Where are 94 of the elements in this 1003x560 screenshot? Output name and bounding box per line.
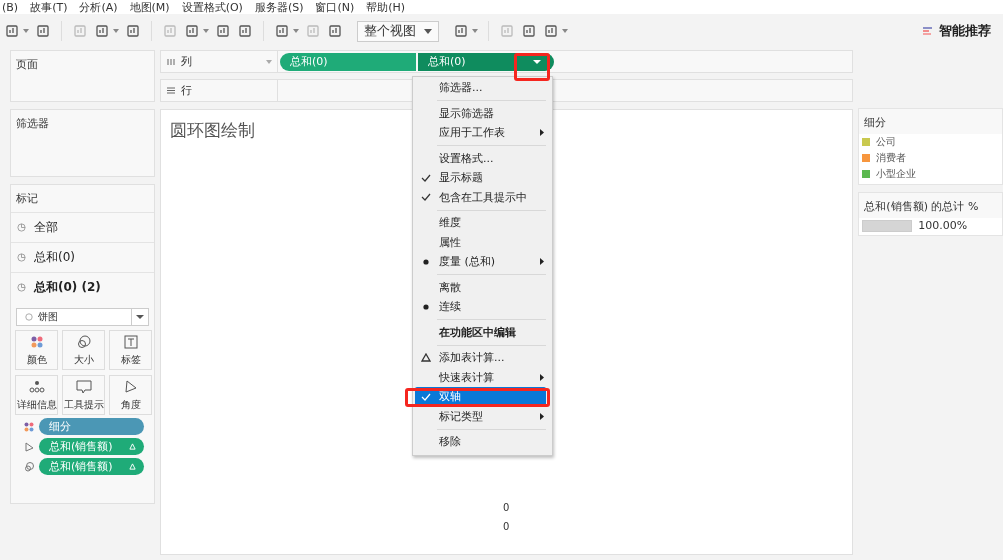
view-dropdown[interactable]: 整个视图 bbox=[357, 20, 439, 42]
legend-title: 总和(销售额) 的总计 % bbox=[859, 193, 1002, 218]
toolbar-icon[interactable] bbox=[215, 23, 231, 39]
toolbar-icon[interactable] bbox=[327, 23, 343, 39]
menu-item[interactable]: 离散 bbox=[415, 277, 546, 297]
angle-icon bbox=[122, 378, 139, 395]
caret-icon[interactable] bbox=[23, 29, 29, 33]
mark-type-dropdown[interactable]: 饼图 bbox=[16, 308, 149, 326]
mark-property-button[interactable]: 工具提示 bbox=[62, 375, 105, 415]
rows-icon bbox=[167, 87, 175, 94]
toolbar-icon[interactable] bbox=[237, 23, 253, 39]
menu-item[interactable]: 筛选器... bbox=[415, 78, 546, 98]
view-title: 圆环图绘制 bbox=[170, 119, 255, 142]
menu-item[interactable]: 设置格式(O) bbox=[181, 0, 243, 15]
marks-layer[interactable]: 总和(0) bbox=[11, 242, 154, 272]
axis-label: 0 bbox=[503, 521, 510, 532]
card-title: 标记 bbox=[15, 191, 39, 207]
submenu-arrow-icon bbox=[540, 258, 544, 266]
legend-title: 细分 bbox=[859, 109, 1002, 134]
menu-item[interactable]: 标记类型 bbox=[415, 406, 546, 426]
percent-bar bbox=[862, 219, 913, 232]
menu-item[interactable]: 显示标题 bbox=[415, 168, 546, 188]
mark-property-button[interactable]: 颜色 bbox=[15, 330, 58, 370]
menu-item[interactable]: 地图(M) bbox=[129, 0, 170, 15]
menu-item[interactable]: (B) bbox=[2, 0, 19, 14]
delta-icon bbox=[129, 443, 136, 450]
menu-item[interactable]: 度量 (总和) bbox=[415, 252, 546, 272]
percent-value: 100.00% bbox=[918, 219, 968, 232]
caret-icon[interactable] bbox=[113, 29, 119, 33]
legend-label: 消费者 bbox=[876, 151, 907, 165]
color-dots-icon bbox=[24, 421, 34, 432]
toolbar-icon[interactable] bbox=[184, 23, 200, 39]
mark-property-button[interactable]: 大小 bbox=[62, 330, 105, 370]
detail-icon bbox=[28, 378, 45, 395]
menu-item[interactable]: 分析(A) bbox=[79, 0, 118, 15]
menu-item[interactable]: 添加表计算... bbox=[415, 348, 546, 368]
menu-item[interactable]: 服务器(S) bbox=[254, 0, 304, 15]
toolbar-icon[interactable] bbox=[125, 23, 141, 39]
axis-label: 0 bbox=[503, 502, 510, 513]
menu-item[interactable]: 应用于工作表 bbox=[415, 123, 546, 143]
submenu-arrow-icon bbox=[540, 412, 544, 420]
submenu-arrow-icon bbox=[540, 129, 544, 137]
menu-item[interactable]: 快速表计算 bbox=[415, 367, 546, 387]
check-icon bbox=[421, 392, 431, 401]
submenu-arrow-icon bbox=[540, 373, 544, 381]
menu-item[interactable]: 连续 bbox=[415, 297, 546, 317]
menu-item[interactable]: 属性 bbox=[415, 232, 546, 252]
pie-icon bbox=[17, 283, 26, 292]
mark-property-button[interactable]: 角度 bbox=[109, 375, 152, 415]
legend-label: 公司 bbox=[876, 135, 897, 149]
label-icon bbox=[122, 333, 139, 350]
caret-icon[interactable] bbox=[203, 29, 209, 33]
check-icon bbox=[421, 193, 431, 202]
legend-label: 小型企业 bbox=[876, 167, 917, 181]
marks-layer[interactable]: 总和(0) (2) bbox=[11, 272, 154, 302]
mark-property-button[interactable]: 详细信息 bbox=[15, 375, 58, 415]
card-title: 筛选器 bbox=[15, 116, 50, 132]
card-title: 页面 bbox=[15, 57, 39, 73]
caret-icon[interactable] bbox=[472, 29, 478, 33]
shelf-label: 行 bbox=[181, 83, 192, 98]
menu-item[interactable]: 在功能区中编辑 bbox=[415, 322, 546, 342]
caret-icon[interactable] bbox=[293, 29, 299, 33]
size-icon bbox=[75, 333, 92, 350]
bullet-icon bbox=[423, 303, 429, 310]
show-me-button[interactable]: 智能推荐 bbox=[939, 22, 991, 40]
toolbar-icon[interactable] bbox=[4, 23, 20, 39]
angle-icon bbox=[24, 441, 34, 452]
menu-item[interactable]: 设置格式... bbox=[415, 148, 546, 168]
menu-item[interactable]: 移除 bbox=[415, 432, 546, 452]
tooltip-icon bbox=[75, 378, 92, 395]
toolbar-icon[interactable] bbox=[94, 23, 110, 39]
menu-item[interactable]: 显示筛选器 bbox=[415, 103, 546, 123]
circle-icon bbox=[25, 313, 33, 321]
menu-item[interactable]: 帮助(H) bbox=[366, 0, 406, 15]
toolbar-icon[interactable] bbox=[453, 23, 469, 39]
menu-item[interactable]: 窗口(N) bbox=[315, 0, 355, 15]
pie-icon bbox=[17, 223, 26, 232]
check-icon bbox=[421, 173, 431, 182]
toolbar-icon[interactable] bbox=[543, 23, 559, 39]
toolbar-icon[interactable] bbox=[274, 23, 290, 39]
pie-icon bbox=[17, 253, 26, 262]
toolbar-icon[interactable] bbox=[35, 23, 51, 39]
menu-item[interactable]: 维度 bbox=[415, 213, 546, 233]
caret-icon[interactable] bbox=[562, 29, 568, 33]
delta-icon bbox=[129, 463, 136, 470]
mark-property-button[interactable]: 标签 bbox=[109, 330, 152, 370]
delta-icon bbox=[421, 353, 431, 363]
toolbar-icon[interactable] bbox=[521, 23, 537, 39]
menu-item[interactable]: 故事(T) bbox=[30, 0, 68, 15]
menu-item[interactable]: 包含在工具提示中 bbox=[415, 187, 546, 207]
bars-icon bbox=[923, 26, 933, 36]
bullet-icon bbox=[423, 258, 429, 265]
marks-layer[interactable]: 全部 bbox=[11, 212, 154, 242]
size-icon bbox=[24, 461, 34, 472]
